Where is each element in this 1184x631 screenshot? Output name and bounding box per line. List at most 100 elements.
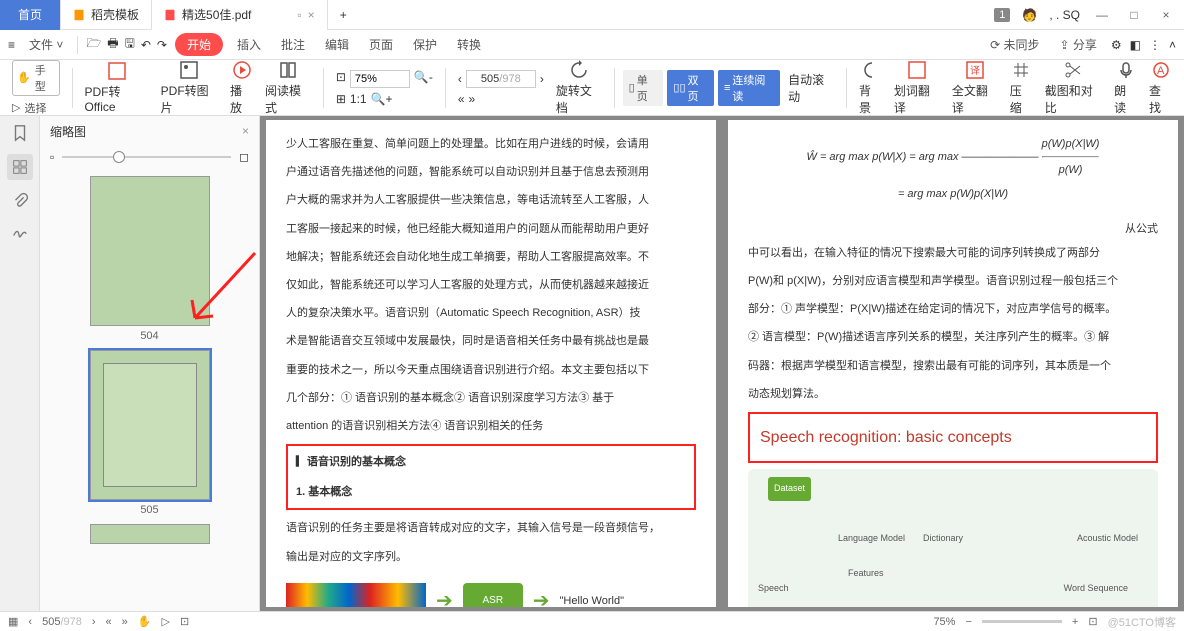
rotate-button[interactable]: 旋转文档 (552, 60, 606, 116)
fit-width-icon[interactable]: ⊡ (336, 70, 346, 88)
avatar-icon[interactable]: 🧑 (1022, 8, 1037, 22)
next-page-icon[interactable]: › (540, 72, 544, 86)
thumb-large-icon[interactable]: ◻ (239, 150, 249, 164)
continuous-button[interactable]: ≡连续阅读 (718, 70, 780, 106)
full-translate[interactable]: 译全文翻译 (948, 60, 1002, 116)
annotation-arrow (180, 248, 259, 328)
maximize-icon[interactable]: □ (1124, 5, 1144, 25)
cursor-icon[interactable]: ▷ (161, 615, 169, 628)
zoom-slider[interactable] (982, 620, 1062, 623)
pdf-to-office[interactable]: PDF转Office (80, 61, 152, 114)
arrow-icon: ➔ (533, 579, 550, 607)
sync-status[interactable]: ⟳ 未同步 (984, 33, 1045, 56)
highlight-box-left: ▎语音识别的基本概念 1. 基本概念 (286, 444, 696, 510)
close-panel-icon[interactable]: × (242, 124, 249, 138)
hand-icon[interactable]: ✋ (138, 615, 152, 628)
thumb-size-slider[interactable] (62, 156, 231, 158)
status-prev-icon[interactable]: ‹ (28, 616, 32, 628)
double-page-button[interactable]: ▯▯双页 (667, 70, 714, 106)
find-button[interactable]: A查找 (1145, 60, 1176, 116)
menu-insert[interactable]: 插入 (231, 33, 267, 56)
prev-page-icon[interactable]: ‹ (458, 72, 462, 86)
hamburger-icon[interactable]: ≡ (8, 38, 15, 52)
compress-button[interactable]: 压缩 (1006, 60, 1037, 116)
thumb-505[interactable]: 505 (48, 350, 251, 516)
mic-icon (1116, 60, 1136, 80)
menu-edit[interactable]: 编辑 (319, 33, 355, 56)
asr-box: ASR (463, 583, 523, 607)
status-first-icon[interactable]: « (106, 616, 112, 628)
status-next-icon[interactable]: › (92, 616, 96, 628)
play-button[interactable]: 播放 (226, 60, 257, 116)
new-tab-button[interactable]: + (328, 0, 359, 30)
skin-icon[interactable]: ◧ (1130, 38, 1141, 52)
close-tab-icon[interactable]: × (308, 8, 315, 22)
tab-home[interactable]: 首页 (0, 0, 61, 30)
more-icon[interactable]: ⋮ (1149, 38, 1161, 52)
tab-menu-icon[interactable]: ▫ (297, 8, 301, 22)
image-icon (179, 60, 199, 80)
menu-convert[interactable]: 转换 (451, 33, 487, 56)
thumbnail-icon[interactable] (7, 154, 33, 180)
zoom-out-status-icon[interactable]: − (965, 616, 971, 628)
redo-icon[interactable]: ↷ (157, 38, 167, 52)
pdf-to-image[interactable]: PDF转图片 (157, 60, 222, 116)
menu-file[interactable]: 文件 ˅ (23, 33, 69, 56)
read-mode[interactable]: 阅读模式 (261, 60, 315, 116)
page-input[interactable]: 505/978 (466, 70, 536, 88)
bookmark-icon[interactable] (11, 124, 29, 142)
zoom-in-status-icon[interactable]: + (1072, 616, 1078, 628)
close-icon[interactable]: × (1156, 5, 1176, 25)
share-button[interactable]: ⇪ 分享 (1053, 33, 1102, 56)
signature-icon[interactable] (11, 222, 29, 240)
menu-start[interactable]: 开始 (175, 33, 223, 56)
tab-templates[interactable]: 稻壳模板 (61, 0, 152, 30)
zoom-in-icon[interactable]: 🔍+ (371, 92, 393, 106)
thumb-small-icon[interactable]: ▫ (50, 150, 54, 164)
moon-icon (860, 60, 880, 80)
collapse-ribbon-icon[interactable]: ˄ (1169, 38, 1176, 52)
thumb-506[interactable] (48, 524, 251, 544)
open-icon[interactable]: 🗁 (86, 34, 101, 55)
background-button[interactable]: 背景 (855, 60, 886, 116)
status-bar: ▦ ‹ 505/978 › « » ✋ ▷ ⊡ 75% − + ⊡ @51CTO… (0, 611, 1184, 631)
menu-protect[interactable]: 保护 (407, 33, 443, 56)
template-icon (73, 9, 85, 21)
single-page-button[interactable]: ▯单页 (623, 70, 664, 106)
fit-icon[interactable]: ⊡ (1088, 615, 1097, 628)
save-icon[interactable]: 🖫 (125, 34, 135, 55)
undo-icon[interactable]: ↶ (141, 38, 151, 52)
grid-icon[interactable]: ▦ (8, 615, 18, 628)
mode-icon[interactable]: ⊡ (180, 615, 189, 628)
dict-translate[interactable]: 划词翻译 (890, 60, 944, 116)
autoscroll-button[interactable]: 自动滚动 (784, 71, 838, 105)
minimize-icon[interactable]: — (1092, 5, 1112, 25)
menu-page[interactable]: 页面 (363, 33, 399, 56)
main-area: 缩略图 × ▫ ◻ 504 505 ✎ 少人工客服在重复、简单问题上的处理量。比… (0, 116, 1184, 611)
last-page-icon[interactable]: » (469, 92, 476, 106)
toolbar: ✋手型 ▷选择 PDF转Office PDF转图片 播放 阅读模式 ⊡ 🔍- ⊞… (0, 60, 1184, 116)
tab-document[interactable]: 精选50佳.pdf ▫ × (152, 0, 328, 30)
attachment-icon[interactable] (11, 192, 29, 210)
status-last-icon[interactable]: » (122, 616, 128, 628)
print-icon[interactable]: 🖶 (107, 34, 118, 55)
status-zoom[interactable]: 75% (933, 616, 955, 628)
crop-button[interactable]: 截图和对比 (1041, 60, 1106, 116)
hand-tool[interactable]: ✋手型 (12, 60, 60, 96)
page-right: Ŵ = arg max p(W|X) = arg max ——————— p(W… (728, 120, 1178, 607)
menu-bar: ≡ 文件 ˅ 🗁 🖶 🖫 ↶ ↷ 开始 插入 批注 编辑 页面 保护 转换 ⟳ … (0, 30, 1184, 60)
thumbnail-title: 缩略图 (50, 123, 86, 140)
status-page[interactable]: 505/978 (42, 616, 82, 628)
zoom-select[interactable] (350, 70, 410, 88)
select-tool[interactable]: ▷选择 (12, 100, 60, 116)
menu-annotate[interactable]: 批注 (275, 33, 311, 56)
fit-page-icon[interactable]: ⊞ (336, 92, 346, 106)
document-viewport[interactable]: ✎ 少人工客服在重复、简单问题上的处理量。比如在用户进线的时候，会请用户通过语音… (260, 116, 1184, 611)
zoom-out-icon[interactable]: 🔍- (414, 70, 433, 88)
fulltrans-icon: 译 (965, 60, 985, 80)
actual-size-icon[interactable]: 1:1 (350, 92, 367, 106)
first-page-icon[interactable]: « (458, 92, 465, 106)
read-aloud[interactable]: 朗读 (1110, 60, 1141, 116)
gear-icon[interactable]: ⚙ (1111, 38, 1122, 52)
notification-badge[interactable]: 1 (994, 8, 1010, 22)
